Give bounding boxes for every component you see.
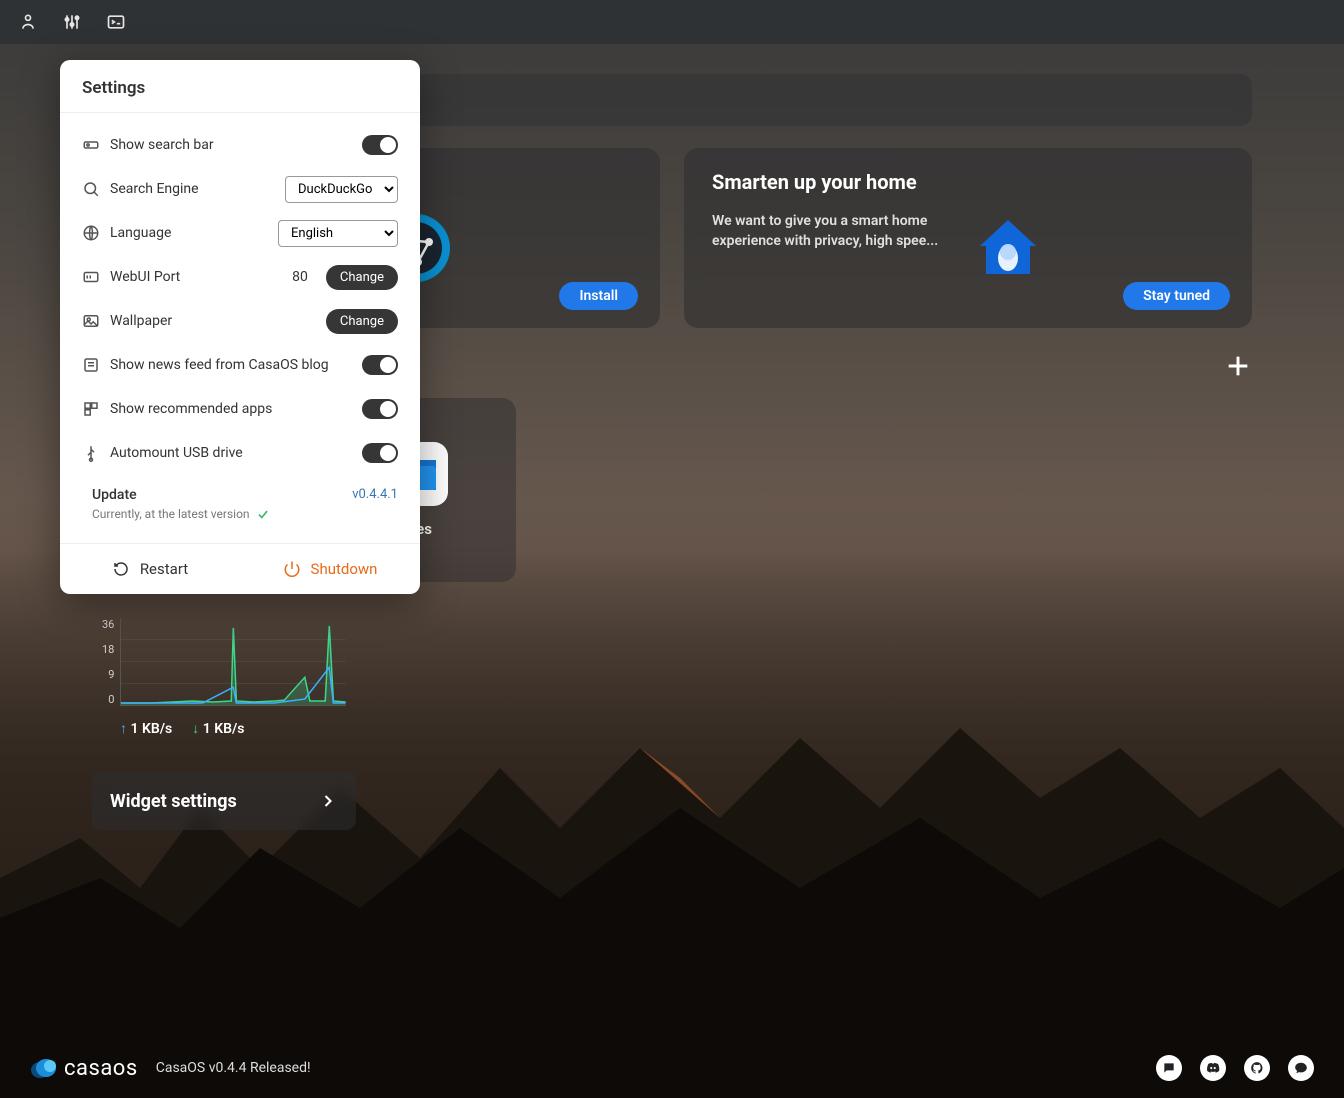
- setting-update: Update Currently, at the latest version …: [82, 475, 398, 525]
- user-icon[interactable]: [18, 12, 38, 32]
- update-version: v0.4.4.1: [352, 487, 398, 502]
- setting-automount: Automount USB drive: [82, 431, 398, 475]
- shutdown-button[interactable]: Shutdown: [240, 544, 420, 594]
- widget-settings-label: Widget settings: [110, 791, 237, 812]
- release-text[interactable]: CasaOS v0.4.4 Released!: [156, 1060, 311, 1076]
- language-select[interactable]: English: [278, 220, 398, 247]
- home-icon: [972, 212, 1044, 284]
- promo-title: Smarten up your home: [712, 170, 1224, 194]
- update-status: Currently, at the latest version: [92, 507, 342, 521]
- restart-button[interactable]: Restart: [60, 544, 240, 594]
- setting-search-engine: Search Engine DuckDuckGo: [82, 167, 398, 211]
- modal-header: Settings: [60, 60, 420, 113]
- search-engine-select[interactable]: DuckDuckGo: [285, 176, 398, 203]
- change-wallpaper-button[interactable]: Change: [326, 309, 398, 334]
- settings-modal: Settings Show search bar Search Engine D…: [60, 60, 420, 594]
- setting-show-search: Show search bar: [82, 123, 398, 167]
- stay-tuned-button[interactable]: Stay tuned: [1123, 282, 1230, 310]
- modal-footer: Restart Shutdown: [60, 543, 420, 594]
- topbar: [0, 0, 1344, 44]
- apps-icon: [82, 400, 100, 418]
- toggle-search-bar[interactable]: [362, 135, 398, 155]
- logo-text: casaos: [64, 1056, 138, 1081]
- github-icon[interactable]: [1244, 1055, 1270, 1081]
- download-speed: 1 KB/s: [192, 720, 244, 737]
- network-panel: 36 18 9 0 1 KB/s 1 KB/s: [92, 610, 356, 750]
- search-icon: [82, 180, 100, 198]
- logo[interactable]: casaos: [30, 1056, 138, 1081]
- feedback-icon[interactable]: [1156, 1055, 1182, 1081]
- widget-settings-button[interactable]: Widget settings: [92, 772, 356, 830]
- chat-icon[interactable]: [1288, 1055, 1314, 1081]
- update-label: Update: [92, 487, 342, 503]
- sliders-icon[interactable]: [62, 12, 82, 32]
- news-icon: [82, 356, 100, 374]
- setting-language: Language English: [82, 211, 398, 255]
- footer: casaos CasaOS v0.4.4 Released!: [0, 1038, 1344, 1098]
- toggle-automount[interactable]: [362, 443, 398, 463]
- setting-wallpaper: Wallpaper Change: [82, 299, 398, 343]
- change-port-button[interactable]: Change: [326, 265, 398, 290]
- setting-news-feed: Show news feed from CasaOS blog: [82, 343, 398, 387]
- port-value: 80: [292, 269, 308, 285]
- search-bar-icon: [82, 136, 100, 154]
- add-app-button[interactable]: [1224, 352, 1252, 380]
- port-icon: [82, 268, 100, 286]
- setting-recommended: Show recommended apps: [82, 387, 398, 431]
- promo-card-home: Smarten up your home We want to give you…: [684, 148, 1252, 328]
- modal-title: Settings: [82, 78, 398, 98]
- check-icon: [256, 507, 270, 521]
- toggle-news-feed[interactable]: [362, 355, 398, 375]
- install-button[interactable]: Install: [559, 282, 638, 310]
- toggle-recommended[interactable]: [362, 399, 398, 419]
- discord-icon[interactable]: [1200, 1055, 1226, 1081]
- promo-text: We want to give you a smart home experie…: [712, 212, 952, 251]
- globe-icon: [82, 224, 100, 242]
- usb-icon: [82, 444, 100, 462]
- chevron-right-icon: [318, 791, 338, 811]
- setting-webui-port: WebUI Port 80 Change: [82, 255, 398, 299]
- network-chart: [120, 618, 346, 706]
- chart-y-axis: 36 18 9 0: [102, 618, 120, 706]
- network-stats: 1 KB/s 1 KB/s: [102, 720, 346, 737]
- image-icon: [82, 312, 100, 330]
- logo-icon: [30, 1056, 58, 1080]
- terminal-icon[interactable]: [106, 12, 126, 32]
- upload-speed: 1 KB/s: [120, 720, 172, 737]
